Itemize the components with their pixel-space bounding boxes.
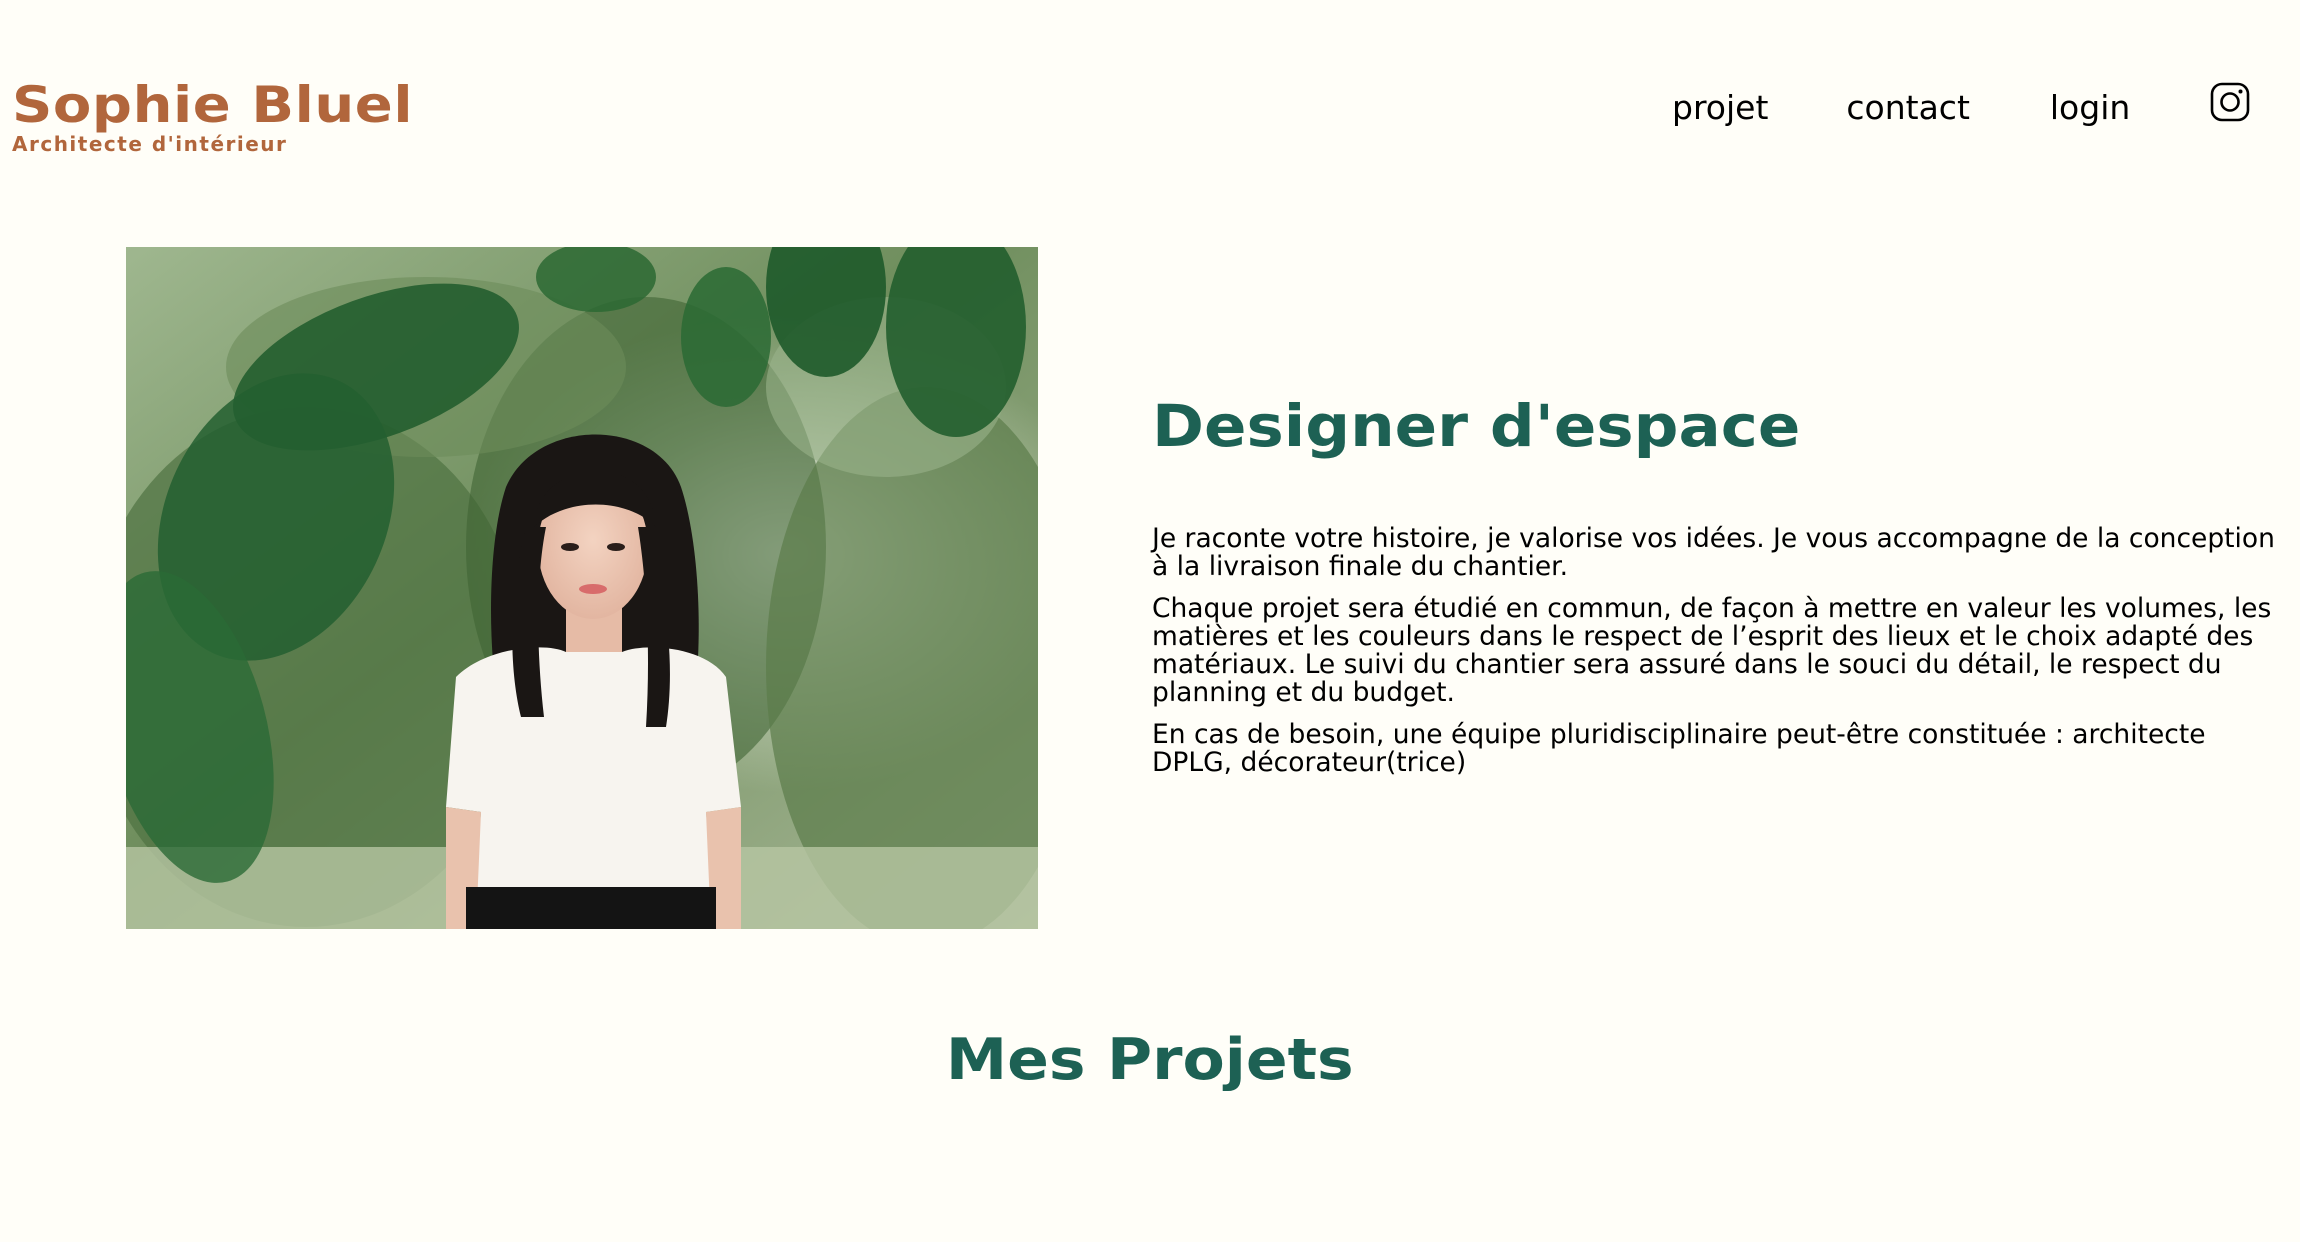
projects-heading: Mes Projets — [0, 1018, 2300, 1102]
intro-paragraph: Chaque projet sera étudié en commun, de … — [1152, 593, 2272, 708]
portrait-photo — [126, 247, 1038, 929]
logo-title: Sophie Bluel — [12, 76, 414, 134]
intro-paragraph: Je raconte votre histoire, je valorise v… — [1152, 523, 2275, 582]
logo-subtitle: Architecte d'intérieur — [12, 132, 288, 156]
main-nav: projet contact login — [1672, 84, 2130, 130]
intro-heading: Designer d'espace — [1152, 392, 1801, 460]
logo[interactable]: Sophie Bluel Architecte d'intérieur — [12, 76, 413, 156]
nav-link-contact[interactable]: contact — [1846, 88, 1970, 127]
intro-paragraph: En cas de besoin, une équipe pluridiscip… — [1152, 719, 2206, 778]
nav-link-login[interactable]: login — [2050, 88, 2130, 127]
intro-text: Designer d'espace Je raconte votre histo… — [1152, 383, 2292, 777]
instagram-icon[interactable] — [2210, 82, 2250, 122]
projects-heading-text: Mes Projets — [946, 1027, 1354, 1093]
nav-link-projet[interactable]: projet — [1672, 88, 1768, 127]
